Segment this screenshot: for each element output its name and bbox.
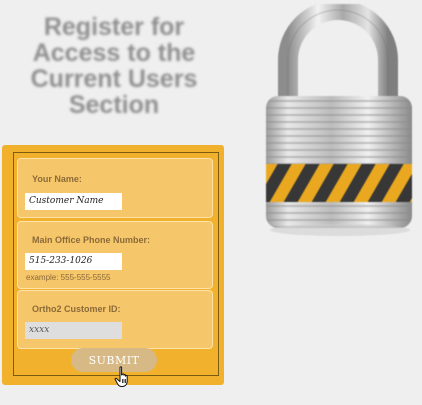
- customer-id-field-group: Ortho2 Customer ID: xxxx: [17, 290, 213, 349]
- name-label: Your Name:: [32, 174, 82, 184]
- phone-hint: example: 555-555-5555: [26, 273, 111, 282]
- heading-line-4: Section: [68, 91, 160, 119]
- phone-input[interactable]: 515-233-1026: [25, 253, 122, 270]
- heading-line-3: Current Users: [30, 65, 198, 93]
- name-input[interactable]: Customer Name: [25, 193, 122, 210]
- phone-label: Main Office Phone Number:: [32, 235, 151, 245]
- customer-id-input[interactable]: xxxx: [25, 322, 122, 339]
- customer-id-label: Ortho2 Customer ID:: [32, 304, 121, 314]
- heading-line-2: Access to the: [32, 39, 196, 67]
- hand-pointer-icon: [114, 366, 128, 387]
- page-heading: Register for Access to the Current Users…: [16, 14, 212, 118]
- heading-line-1: Register for: [43, 13, 185, 41]
- name-field-group: Your Name: Customer Name: [17, 158, 213, 218]
- padlock-icon: [266, 4, 412, 236]
- phone-field-group: Main Office Phone Number: 515-233-1026 e…: [17, 221, 213, 289]
